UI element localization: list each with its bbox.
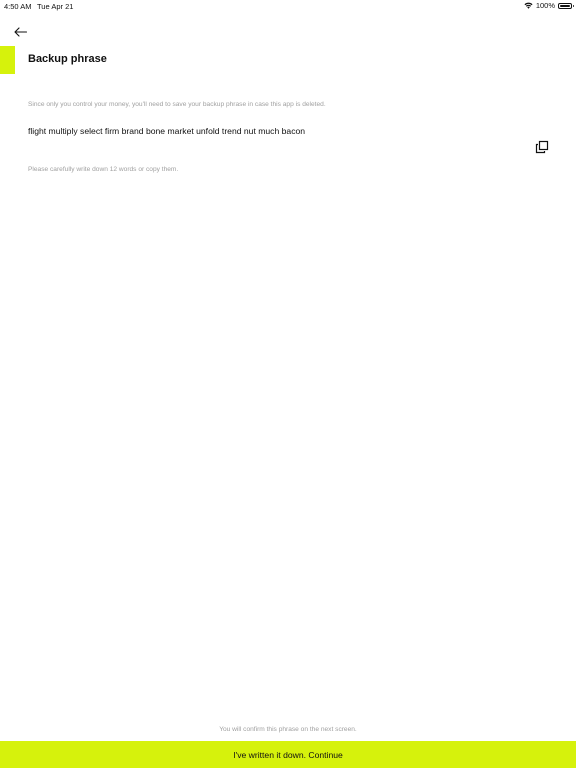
continue-button[interactable]: I've written it down. Continue xyxy=(0,741,576,768)
arrow-left-icon xyxy=(13,24,27,42)
backup-description: Since only you control your money, you'l… xyxy=(28,101,326,108)
back-button[interactable] xyxy=(10,25,30,41)
copy-icon xyxy=(535,140,549,158)
confirm-note: You will confirm this phrase on the next… xyxy=(219,726,357,733)
wifi-icon xyxy=(524,2,533,9)
status-time: 4:50 AM xyxy=(4,2,32,11)
status-bar: 4:50 AM Tue Apr 21 100% xyxy=(0,0,576,12)
status-indicators: 100% xyxy=(524,1,574,10)
copy-button[interactable] xyxy=(535,140,549,154)
page-title: Backup phrase xyxy=(28,53,107,65)
accent-bar xyxy=(0,46,15,74)
battery-percentage: 100% xyxy=(535,1,555,10)
battery-icon xyxy=(558,2,574,9)
backup-phrase-screen: 4:50 AM Tue Apr 21 100% Backup phrase Si… xyxy=(0,0,576,768)
status-date: Tue Apr 21 xyxy=(37,2,74,11)
write-down-hint: Please carefully write down 12 words or … xyxy=(28,166,179,173)
backup-phrase-text[interactable]: flight multiply select firm brand bone m… xyxy=(28,126,305,136)
